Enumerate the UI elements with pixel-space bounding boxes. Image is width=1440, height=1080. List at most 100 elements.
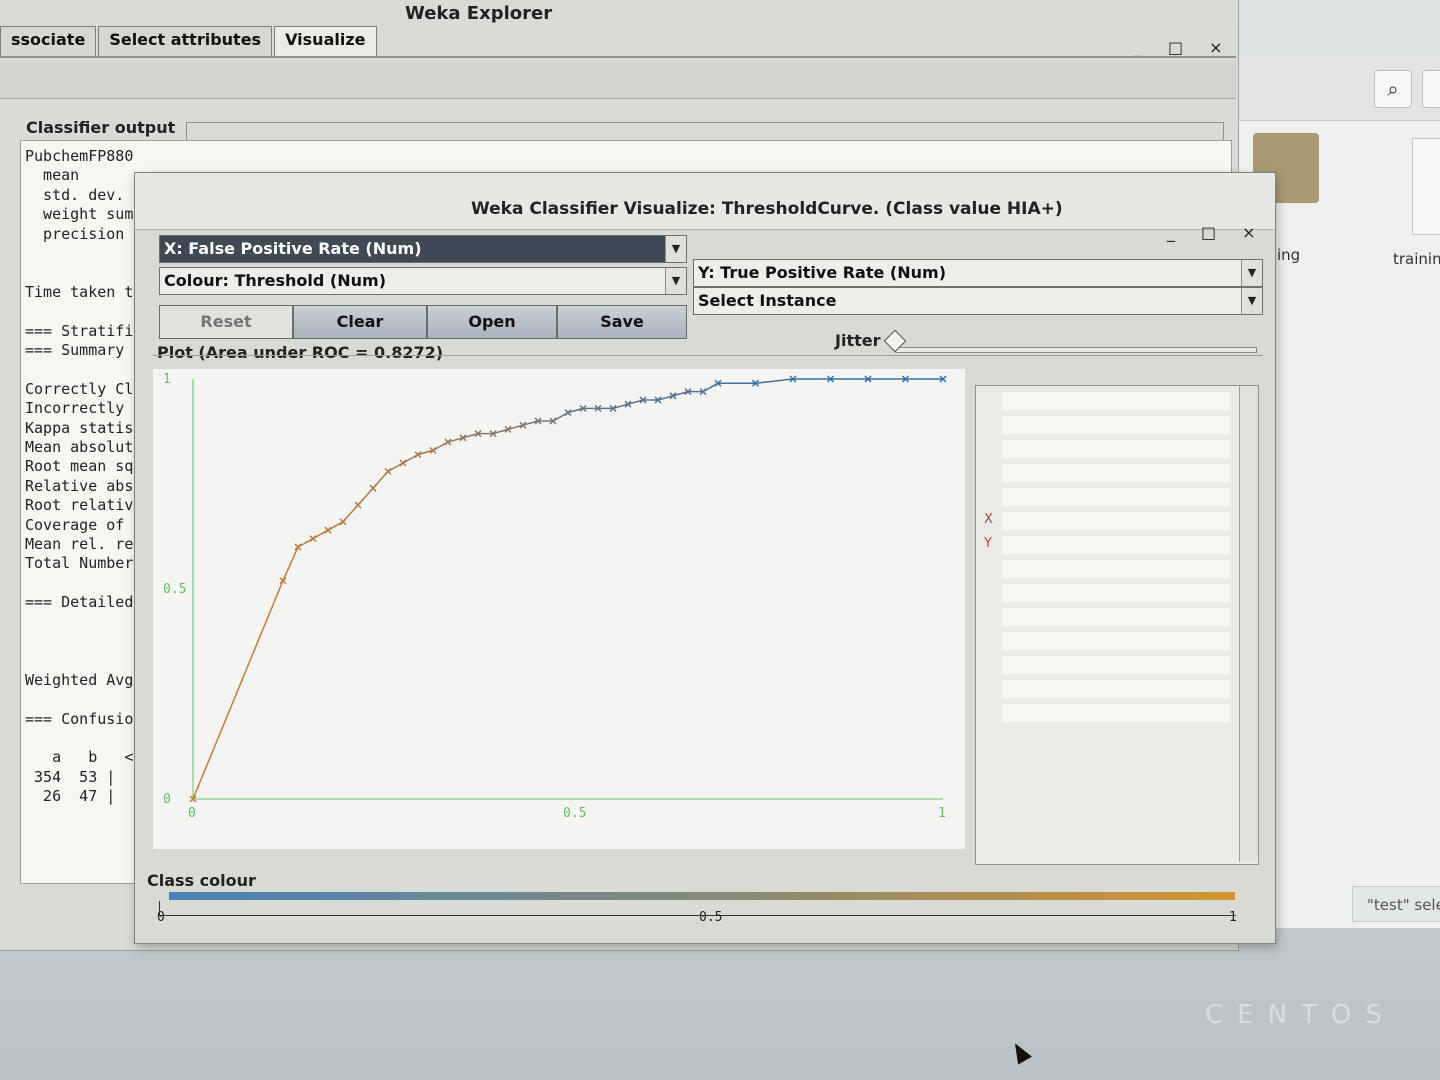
attribute-strip[interactable]	[1002, 608, 1230, 626]
window-title: Weka Classifier Visualize: ThresholdCurv…	[471, 199, 1063, 219]
output-line: Root relative	[25, 496, 143, 515]
attribute-strip[interactable]	[1002, 560, 1230, 578]
class-colour-label: Class colour	[147, 871, 256, 890]
attribute-strip[interactable]	[1002, 464, 1230, 482]
window-title: Weka Explorer	[405, 3, 553, 24]
titlebar: Weka Classifier Visualize: ThresholdCurv…	[135, 173, 1275, 242]
output-line: PubchemFP880	[25, 147, 134, 165]
attribute-strip[interactable]	[1002, 392, 1230, 410]
chevron-down-icon[interactable]: ▼	[1241, 260, 1262, 286]
colour-select-value: Colour: Threshold (Num)	[164, 271, 386, 290]
attribute-strip[interactable]	[1002, 704, 1230, 722]
document-icon[interactable]	[1412, 138, 1440, 235]
roc-point[interactable]	[279, 577, 287, 585]
save-button[interactable]: Save	[557, 305, 687, 339]
view-grid-icon[interactable]	[1422, 70, 1440, 108]
output-line: Kappa statist	[25, 418, 143, 437]
attribute-strip[interactable]	[1002, 512, 1230, 530]
roc-point[interactable]	[384, 467, 392, 475]
roc-point[interactable]	[354, 501, 362, 509]
roc-point[interactable]	[294, 543, 302, 551]
close-button[interactable]: ×	[1242, 223, 1255, 242]
attribute-y-marker: Y	[984, 536, 992, 551]
attribute-strip[interactable]	[1002, 440, 1230, 458]
window-controls: _ □ ×	[1167, 223, 1256, 242]
minimize-button[interactable]: _	[1134, 38, 1142, 57]
window-controls: _ □ ×	[1134, 38, 1223, 57]
colour-select[interactable]: Colour: Threshold (Num) ▼	[159, 267, 687, 295]
attribute-strip[interactable]	[1002, 632, 1230, 650]
output-line: Incorrectly C	[25, 399, 143, 418]
divider	[0, 56, 1236, 58]
maximize-button[interactable]: □	[1168, 38, 1183, 57]
y-axis-select-value: Y: True Positive Rate (Num)	[698, 263, 946, 282]
attribute-strip[interactable]	[1002, 584, 1230, 602]
classifier-output-label: Classifier output	[26, 118, 176, 137]
output-line: Mean rel. reg	[25, 535, 143, 553]
output-line: Coverage of c	[25, 515, 143, 534]
maximize-button[interactable]: □	[1201, 223, 1216, 242]
chevron-down-icon[interactable]: ▼	[665, 236, 686, 262]
output-line: === Detailed	[25, 593, 134, 612]
chevron-down-icon[interactable]: ▼	[665, 268, 686, 294]
roc-point[interactable]	[399, 459, 407, 467]
tab-select-attributes[interactable]: Select attributes	[98, 26, 273, 56]
roc-point[interactable]	[309, 535, 317, 543]
x-axis-select[interactable]: X: False Positive Rate (Num) ▼	[159, 235, 687, 263]
plot-area[interactable]: 0 0.5 1 0 0.5 1	[153, 369, 965, 849]
close-button[interactable]: ×	[1209, 38, 1222, 57]
roc-point[interactable]	[369, 484, 377, 492]
output-line: precision	[25, 224, 125, 243]
output-line: 26 47 |	[25, 787, 116, 806]
output-line: Relative abso	[25, 476, 143, 495]
output-line: === Stratifie	[25, 321, 143, 340]
search-icon[interactable]: ⌕	[1374, 70, 1412, 108]
threshold-curve-window: Weka Classifier Visualize: ThresholdCurv…	[134, 172, 1276, 944]
y-tick-label: 0.5	[163, 582, 186, 597]
class-colour-tick: 1	[1229, 910, 1237, 925]
roc-segment	[192, 580, 284, 800]
attribute-panel[interactable]: X Y	[975, 385, 1259, 865]
output-line: Weighted Avg.	[25, 670, 143, 689]
attribute-strip[interactable]	[1002, 680, 1230, 698]
minimize-button[interactable]: _	[1167, 223, 1175, 242]
tab-visualize[interactable]: Visualize	[274, 26, 377, 56]
output-line: std. dev.	[25, 185, 125, 204]
select-instance-value: Select Instance	[698, 291, 837, 310]
chevron-down-icon[interactable]: ▼	[1241, 288, 1262, 314]
y-axis-select[interactable]: Y: True Positive Rate (Num) ▼	[693, 259, 1263, 287]
x-tick-label: 1	[938, 806, 946, 821]
output-line: mean	[25, 166, 80, 185]
roc-point[interactable]	[339, 518, 347, 526]
file-label[interactable]: ing	[1277, 246, 1300, 264]
status-toast: "test" sele	[1352, 886, 1440, 922]
x-tick-label: 0.5	[563, 806, 586, 821]
roc-segment	[282, 546, 299, 581]
attribute-scrollbar[interactable]	[1239, 386, 1258, 862]
attribute-strip[interactable]	[1002, 416, 1230, 434]
file-manager-toolbar: ⌕	[1237, 58, 1440, 121]
attribute-strip[interactable]	[1002, 656, 1230, 674]
output-line: weight sum	[25, 205, 134, 224]
clear-button[interactable]: Clear	[293, 305, 427, 339]
plot-label: Plot (Area under ROC = 0.8272)	[157, 343, 444, 362]
open-button[interactable]: Open	[427, 305, 557, 339]
attribute-strip[interactable]	[1002, 488, 1230, 506]
file-label[interactable]: training	[1393, 250, 1440, 268]
roc-segment	[755, 378, 794, 384]
roc-plot[interactable]: 0 0.5 1 0 0.5 1	[153, 369, 965, 849]
x-tick-label: 0	[188, 806, 196, 821]
roc-point[interactable]	[324, 526, 332, 534]
class-colour-axis	[159, 901, 1236, 916]
class-colour-gradient	[169, 892, 1235, 900]
select-instance[interactable]: Select Instance ▼	[693, 287, 1263, 315]
attribute-strip[interactable]	[1002, 536, 1230, 554]
output-line: Total Number	[25, 554, 134, 573]
centos-watermark: CENTOS	[1205, 1000, 1396, 1030]
tab-associate[interactable]: ssociate	[0, 26, 97, 56]
reset-button[interactable]: Reset	[159, 305, 293, 339]
output-line: Root mean squ	[25, 457, 143, 476]
y-tick-label: 1	[163, 372, 171, 387]
jitter-slider[interactable]	[895, 347, 1257, 353]
output-line: === Confusion	[25, 709, 143, 728]
